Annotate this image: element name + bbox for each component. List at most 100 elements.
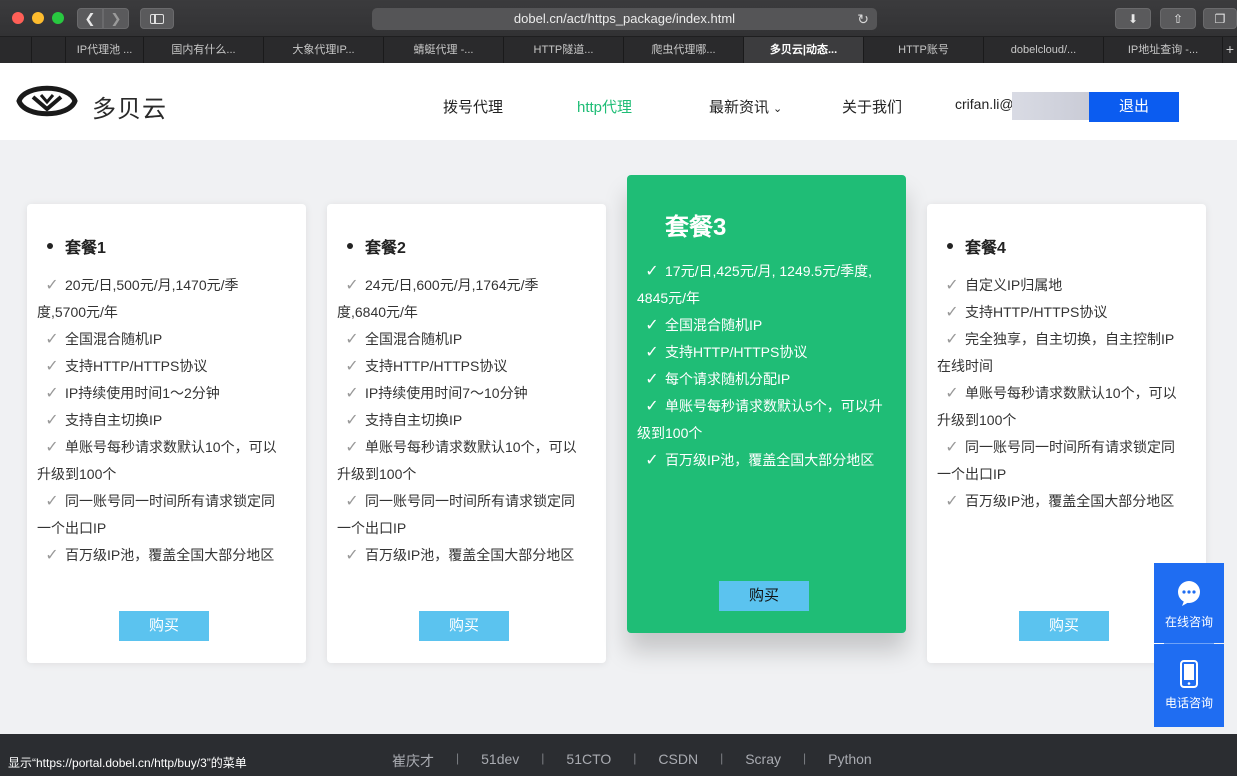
browser-tab[interactable]: IP代理池 ... — [66, 37, 144, 63]
feature-item: ✓ IP持续使用时间1～2分钟 — [37, 380, 285, 407]
check-icon: ✓ — [45, 493, 59, 510]
share-icon: ⇧ — [1172, 11, 1184, 26]
nav-dialup-proxy[interactable]: 拨号代理 — [443, 96, 503, 117]
feature-item: ✓ 全国混合随机IP — [637, 312, 885, 339]
check-icon: ✓ — [945, 439, 959, 456]
nav-news-label: 最新资讯 — [709, 99, 770, 116]
check-icon: ✓ — [45, 277, 59, 294]
new-tab-button[interactable]: + — [1223, 37, 1237, 63]
zoom-window-button[interactable] — [52, 12, 64, 24]
check-icon: ✓ — [45, 412, 59, 429]
browser-chrome: ❮ ❯ dobel.cn/act/https_package/index.htm… — [0, 0, 1237, 63]
check-icon: ✓ — [645, 317, 659, 334]
tabs-icon: ❐ — [1214, 11, 1226, 26]
feature-item: ✓ 百万级IP池，覆盖全国大部分地区 — [637, 447, 885, 474]
browser-tab[interactable]: IP地址查询 -... — [1104, 37, 1223, 63]
download-icon: ⬇ — [1127, 11, 1139, 26]
tab-pinned[interactable] — [32, 37, 66, 63]
chevron-down-icon: ⌄ — [773, 103, 783, 115]
feature-item: ✓ 支持HTTP/HTTPS协议 — [337, 353, 585, 380]
buy-button[interactable]: 购买 — [719, 581, 809, 611]
footer-link[interactable]: 51CTO — [566, 751, 611, 771]
nav-http-proxy[interactable]: http代理 — [577, 96, 632, 117]
check-icon: ✓ — [345, 412, 359, 429]
phone-consult-button[interactable]: 电话咨询 — [1154, 644, 1224, 727]
feature-item: ✓ 完全独享，自主切换，自主控制IP在线时间 — [937, 326, 1185, 380]
show-tabs-button[interactable]: ❐ — [1203, 8, 1237, 29]
footer-link[interactable]: 51dev — [481, 751, 519, 771]
check-icon: ✓ — [345, 547, 359, 564]
feature-list: ✓ 17元/日,425元/月, 1249.5元/季度, 4845元/年 ✓ 全国混合… — [637, 258, 885, 474]
feature-item: ✓ 支持HTTP/HTTPS协议 — [937, 299, 1185, 326]
browser-tab[interactable]: HTTP账号 — [864, 37, 984, 63]
downloads-button[interactable]: ⬇ — [1115, 8, 1151, 29]
browser-tab-active[interactable]: 多贝云|动态... — [744, 37, 864, 63]
username-redacted — [1012, 92, 1092, 120]
share-button[interactable]: ⇧ — [1160, 8, 1196, 29]
feature-item: ✓ 17元/日,425元/月, 1249.5元/季度, 4845元/年 — [637, 258, 885, 312]
phone-consult-label: 电话咨询 — [1164, 696, 1213, 710]
browser-tab[interactable]: 蜻蜓代理 -... — [384, 37, 504, 63]
tab-pinned[interactable] — [0, 37, 32, 63]
reload-icon[interactable]: ↻ — [857, 8, 869, 30]
feature-item: ✓ 同一账号同一时间所有请求锁定同一个出口IP — [337, 488, 585, 542]
browser-toolbar: ❮ ❯ dobel.cn/act/https_package/index.htm… — [0, 0, 1237, 37]
browser-tab[interactable]: HTTP隧道... — [504, 37, 624, 63]
sidebar-icon — [150, 13, 164, 24]
feature-item: ✓ 同一账号同一时间所有请求锁定同一个出口IP — [937, 434, 1185, 488]
address-bar[interactable]: dobel.cn/act/https_package/index.html ↻ — [372, 8, 877, 30]
check-icon: ✓ — [645, 398, 659, 415]
buy-button[interactable]: 购买 — [1019, 611, 1109, 641]
minimize-window-button[interactable] — [32, 12, 44, 24]
nav-about-us[interactable]: 关于我们 — [842, 96, 902, 117]
check-icon: ✓ — [345, 331, 359, 348]
check-icon: ✓ — [345, 493, 359, 510]
footer-links: 崔庆才 | 51dev | 51CTO | CSDN | Scray | Python — [392, 751, 872, 771]
package-title: 套餐1 — [47, 234, 106, 258]
check-icon: ✓ — [945, 304, 959, 321]
feature-item: ✓ 单账号每秒请求数默认5个，可以升级到100个 — [637, 393, 885, 447]
buy-button[interactable]: 购买 — [119, 611, 209, 641]
check-icon: ✓ — [645, 344, 659, 361]
feature-item: ✓ 全国混合随机IP — [337, 326, 585, 353]
logo-icon[interactable] — [15, 78, 79, 124]
feature-item: ✓ IP持续使用时间7～10分钟 — [337, 380, 585, 407]
footer-link[interactable]: Python — [828, 751, 872, 771]
package-card-3-featured: 套餐3 ✓ 17元/日,425元/月, 1249.5元/季度, 4845元/年 ✓… — [627, 175, 906, 633]
feature-item: ✓ 每个请求随机分配IP — [637, 366, 885, 393]
sidebar-toggle-button[interactable] — [140, 8, 174, 29]
check-icon: ✓ — [645, 371, 659, 388]
footer-link[interactable]: CSDN — [658, 751, 698, 771]
footer-link[interactable]: Scray — [745, 751, 781, 771]
package-title: 套餐4 — [947, 234, 1006, 258]
nav-news[interactable]: 最新资讯 ⌄ — [709, 96, 782, 117]
feature-list: ✓ 20元/日,500元/月,1470元/季度,5700元/年 ✓ 全国混合随机IP… — [37, 272, 285, 569]
check-icon: ✓ — [45, 547, 59, 564]
logout-button[interactable]: 退出 — [1089, 92, 1179, 122]
history-nav: ❮ ❯ — [77, 8, 129, 29]
browser-tab[interactable]: 爬虫代理哪... — [624, 37, 744, 63]
buy-button[interactable]: 购买 — [419, 611, 509, 641]
feature-item: ✓ 单账号每秒请求数默认10个，可以升级到100个 — [37, 434, 285, 488]
feature-item: ✓ 百万级IP池，覆盖全国大部分地区 — [337, 542, 585, 569]
close-window-button[interactable] — [12, 12, 24, 24]
check-icon: ✓ — [45, 439, 59, 456]
feature-item: ✓ 自定义IP归属地 — [937, 272, 1185, 299]
browser-tab[interactable]: 大象代理IP... — [264, 37, 384, 63]
feature-item: ✓ 单账号每秒请求数默认10个，可以升级到100个 — [937, 380, 1185, 434]
back-button[interactable]: ❮ — [77, 8, 103, 29]
feature-item: ✓ 百万级IP池，覆盖全国大部分地区 — [37, 542, 285, 569]
check-icon: ✓ — [345, 385, 359, 402]
feature-item: ✓ 支持自主切换IP — [37, 407, 285, 434]
check-icon: ✓ — [345, 277, 359, 294]
online-consult-button[interactable]: 在线咨询 — [1154, 563, 1224, 643]
logo-text[interactable]: 多贝云 — [92, 89, 167, 124]
browser-tab[interactable]: 国内有什么... — [144, 37, 264, 63]
check-icon: ✓ — [345, 358, 359, 375]
forward-button[interactable]: ❯ — [103, 8, 129, 29]
feature-list: ✓ 24元/日,600元/月,1764元/季度,6840元/年 ✓ 全国混合随机IP… — [337, 272, 585, 569]
footer: 显示“https://portal.dobel.cn/http/buy/3”的菜… — [0, 734, 1237, 776]
phone-icon — [1154, 660, 1224, 690]
footer-link[interactable]: 崔庆才 — [392, 751, 434, 771]
browser-tab[interactable]: dobelcloud/... — [984, 37, 1104, 63]
